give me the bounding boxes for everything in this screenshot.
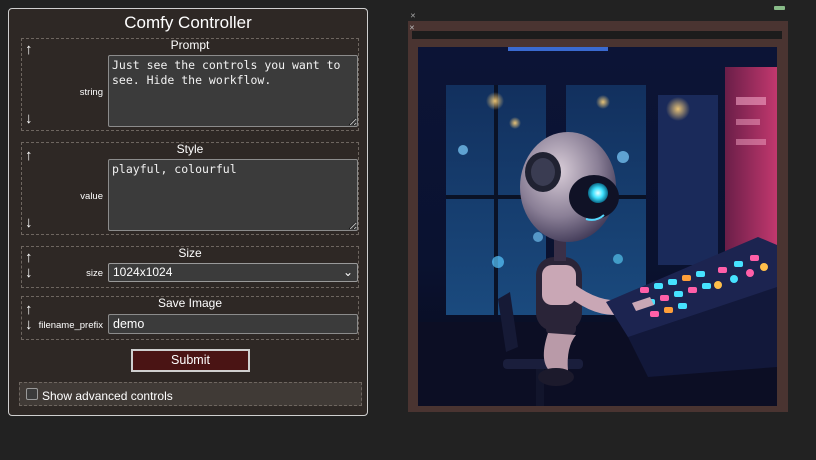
viewer-toolbar [412, 31, 782, 39]
generated-image [418, 47, 777, 406]
size-select[interactable]: 1024x1024 ⌄ [108, 263, 358, 282]
panel-title: Comfy Controller [124, 13, 252, 32]
move-up-icon[interactable]: ↑ [25, 302, 33, 317]
advanced-controls-checkbox[interactable] [26, 388, 38, 400]
size-group: Size ↑ ↓ size 1024x1024 ⌄ [21, 246, 359, 288]
submit-button[interactable]: Submit [131, 349, 250, 372]
close-icon[interactable]: ✕ [410, 12, 416, 20]
prompt-field-label: string [79, 87, 103, 98]
filename-prefix-label: filename_prefix [38, 320, 103, 331]
style-field-label: value [80, 191, 103, 202]
move-down-icon[interactable]: ↓ [25, 111, 33, 126]
size-select-value: 1024x1024 [113, 265, 173, 279]
chevron-down-icon: ⌄ [342, 265, 353, 279]
style-group: Style ↑ ↓ value playful, colourful [21, 142, 359, 235]
image-viewer: ✕ [408, 21, 788, 412]
advanced-controls-label[interactable]: Show advanced controls [42, 389, 173, 403]
prompt-textarea[interactable]: Just see the controls you want to see. H… [108, 55, 358, 127]
robot-illustration [418, 47, 777, 406]
move-down-icon[interactable]: ↓ [25, 265, 33, 280]
style-textarea[interactable]: playful, colourful [108, 159, 358, 231]
advanced-controls-row: Show advanced controls [19, 382, 362, 406]
size-title: Size [178, 246, 202, 260]
size-field-label: size [86, 268, 103, 279]
style-title: Style [176, 142, 204, 156]
filename-prefix-input[interactable] [108, 314, 358, 334]
move-up-icon[interactable]: ↑ [25, 42, 33, 57]
comfy-controller-panel: Comfy Controller Prompt ↑ ↓ string Just … [8, 8, 368, 416]
move-up-icon[interactable]: ↑ [25, 250, 33, 265]
prompt-title: Prompt [170, 38, 210, 52]
move-up-icon[interactable]: ↑ [25, 148, 33, 163]
save-image-title: Save Image [157, 296, 223, 310]
move-down-icon[interactable]: ↓ [25, 317, 33, 332]
save-image-group: Save Image ↑ ↓ filename_prefix [21, 296, 359, 340]
prompt-group: Prompt ↑ ↓ string Just see the controls … [21, 38, 359, 131]
move-down-icon[interactable]: ↓ [25, 215, 33, 230]
status-badge [774, 6, 785, 10]
